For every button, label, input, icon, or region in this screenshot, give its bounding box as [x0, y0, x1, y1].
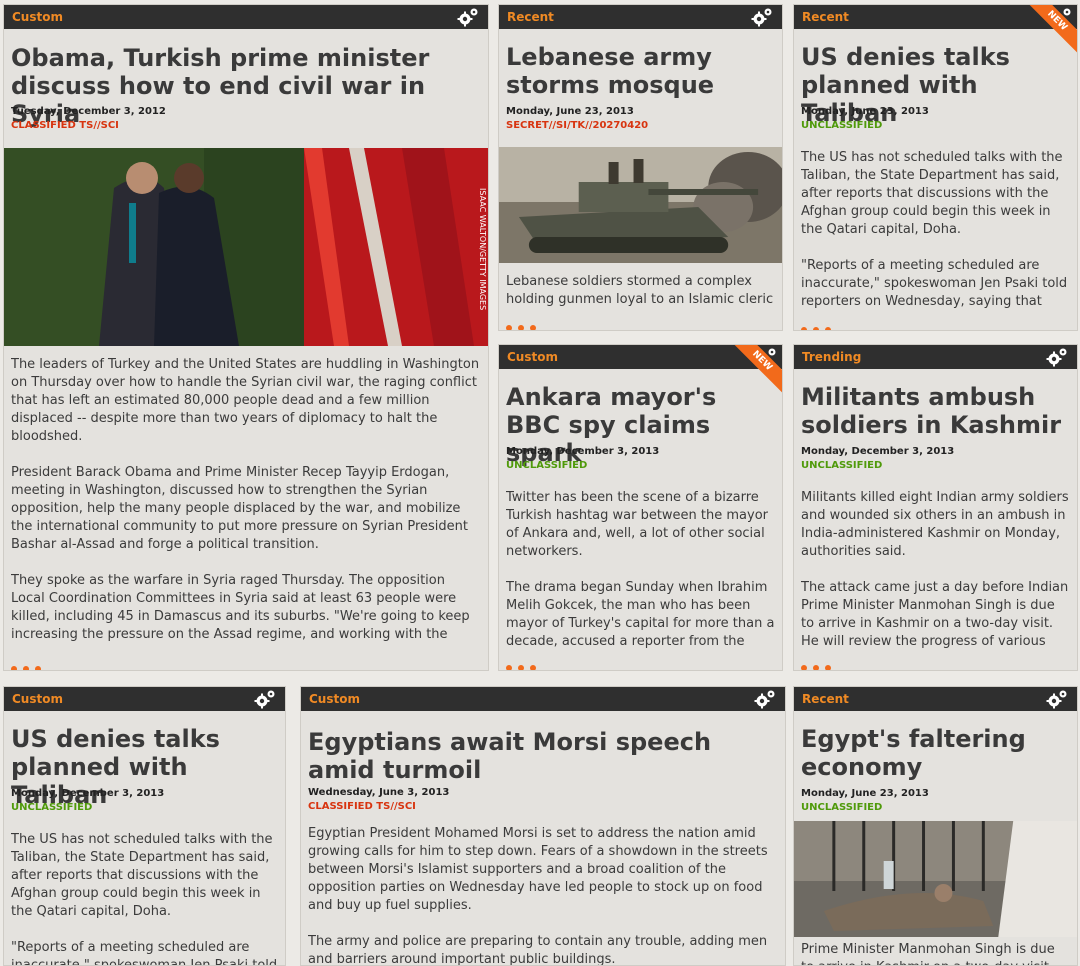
settings-gear-icon[interactable]: [1045, 347, 1069, 367]
article-paragraph: The leaders of Turkey and the United Sta…: [11, 357, 480, 444]
article-image[interactable]: [499, 147, 782, 263]
article-date: Monday, June 23, 2013: [801, 788, 929, 799]
article-body: Lebanese soldiers stormed a complex hold…: [506, 273, 775, 309]
article-paragraph: Militants killed eight Indian army soldi…: [801, 490, 1069, 559]
settings-gear-icon[interactable]: [253, 689, 277, 709]
classification-label: UNCLASSIFIED: [506, 460, 588, 471]
article-title[interactable]: Egypt's faltering economy: [801, 725, 1070, 781]
category-label: Recent: [802, 692, 849, 706]
article-paragraph: The army and police are preparing to con…: [308, 934, 768, 965]
article-paragraph: The drama began Sunday when Ibrahim Meli…: [506, 580, 775, 649]
card-header: Recent: [499, 5, 782, 29]
card-header: Custom: [301, 687, 785, 711]
category-label: Recent: [507, 10, 554, 24]
article-card[interactable]: Recent Egypt's faltering economy Monday,…: [793, 686, 1078, 966]
category-label: Custom: [12, 10, 63, 24]
article-image[interactable]: ISAAC WALTON/GETTY IMAGES: [4, 148, 488, 346]
card-header: Trending: [794, 345, 1077, 369]
settings-gear-icon[interactable]: [753, 689, 777, 709]
article-card[interactable]: Recent NEW US denies talks planned with …: [793, 4, 1078, 331]
category-label: Custom: [12, 692, 63, 706]
article-card[interactable]: Custom US denies talks planned with Tali…: [3, 686, 286, 966]
article-paragraph: Prime Minister Manmohan Singh is due to …: [801, 942, 1055, 965]
article-date: Wednesday, June 3, 2013: [308, 787, 450, 798]
article-card[interactable]: Recent Lebanese army storms mosque Monda…: [498, 4, 783, 331]
article-card[interactable]: Trending Militants ambush soldiers in Ka…: [793, 344, 1078, 671]
image-credit: ISAAC WALTON/GETTY IMAGES: [478, 188, 487, 310]
article-date: Monday, December 3, 2013: [11, 788, 165, 799]
article-paragraph: "Reports of a meeting scheduled are inac…: [11, 940, 278, 966]
article-title[interactable]: Militants ambush soldiers in Kashmir: [801, 383, 1070, 439]
category-label: Custom: [309, 692, 360, 706]
article-paragraph: President Barack Obama and Prime Ministe…: [11, 465, 468, 552]
article-card[interactable]: Custom NEW Ankara mayor's BBC spy claims…: [498, 344, 783, 671]
article-date: Monday, June 23, 2013: [506, 106, 634, 117]
article-card[interactable]: Custom Obama, Turkish prime minister dis…: [3, 4, 489, 671]
classification-label: SECRET//SI/TK//20270420: [506, 120, 649, 131]
article-paragraph: They spoke as the warfare in Syria raged…: [11, 573, 470, 642]
article-body: Militants killed eight Indian army soldi…: [801, 489, 1070, 651]
article-body: The US has not scheduled talks with the …: [11, 831, 278, 966]
classification-label: UNCLASSIFIED: [801, 120, 883, 131]
article-body: The leaders of Turkey and the United Sta…: [11, 356, 481, 642]
settings-gear-icon[interactable]: [456, 7, 480, 27]
more-dots-button[interactable]: [506, 316, 542, 330]
article-date: Monday, June 23, 2013: [801, 106, 929, 117]
classification-label: UNCLASSIFIED: [801, 802, 883, 813]
article-image[interactable]: [794, 821, 1077, 937]
article-paragraph: Egyptian President Mohamed Morsi is set …: [308, 826, 768, 913]
article-card[interactable]: Custom Egyptians await Morsi speech amid…: [300, 686, 786, 966]
article-paragraph: The US has not scheduled talks with the …: [11, 832, 273, 919]
category-label: Custom: [507, 350, 558, 364]
card-header: Custom: [4, 5, 488, 29]
article-body: Egyptian President Mohamed Morsi is set …: [308, 825, 778, 965]
settings-gear-icon[interactable]: [750, 7, 774, 27]
more-dots-button[interactable]: [11, 657, 47, 670]
more-dots-button[interactable]: [801, 656, 837, 670]
article-date: Monday, December 3, 2013: [506, 446, 660, 457]
article-body: Twitter has been the scene of a bizarre …: [506, 489, 775, 651]
more-dots-button[interactable]: [801, 318, 837, 330]
article-paragraph: The US has not scheduled talks with the …: [801, 150, 1063, 237]
article-paragraph: "Reports of a meeting scheduled are inac…: [801, 258, 1068, 309]
article-title[interactable]: Egyptians await Morsi speech amid turmoi…: [308, 728, 778, 784]
article-paragraph: Twitter has been the scene of a bizarre …: [506, 490, 769, 559]
classification-label: CLASSIFIED TS//SCI: [308, 801, 416, 812]
classification-label: CLASSIFIED TS//SCI: [11, 120, 119, 131]
article-date: Monday, December 3, 2013: [801, 446, 955, 457]
category-label: Recent: [802, 10, 849, 24]
article-paragraph: Lebanese soldiers stormed a complex hold…: [506, 274, 774, 307]
category-label: Trending: [802, 350, 862, 364]
classification-label: UNCLASSIFIED: [11, 802, 93, 813]
card-header: Recent: [794, 687, 1077, 711]
card-header: Custom: [4, 687, 285, 711]
settings-gear-icon[interactable]: [1045, 689, 1069, 709]
article-title[interactable]: Lebanese army storms mosque: [506, 43, 775, 99]
article-body: Prime Minister Manmohan Singh is due to …: [801, 941, 1070, 965]
article-body: The US has not scheduled talks with the …: [801, 149, 1070, 311]
article-paragraph: The attack came just a day before Indian…: [801, 580, 1069, 649]
article-date: Tuesday, December 3, 2012: [11, 106, 166, 117]
classification-label: UNCLASSIFIED: [801, 460, 883, 471]
more-dots-button[interactable]: [506, 656, 542, 670]
